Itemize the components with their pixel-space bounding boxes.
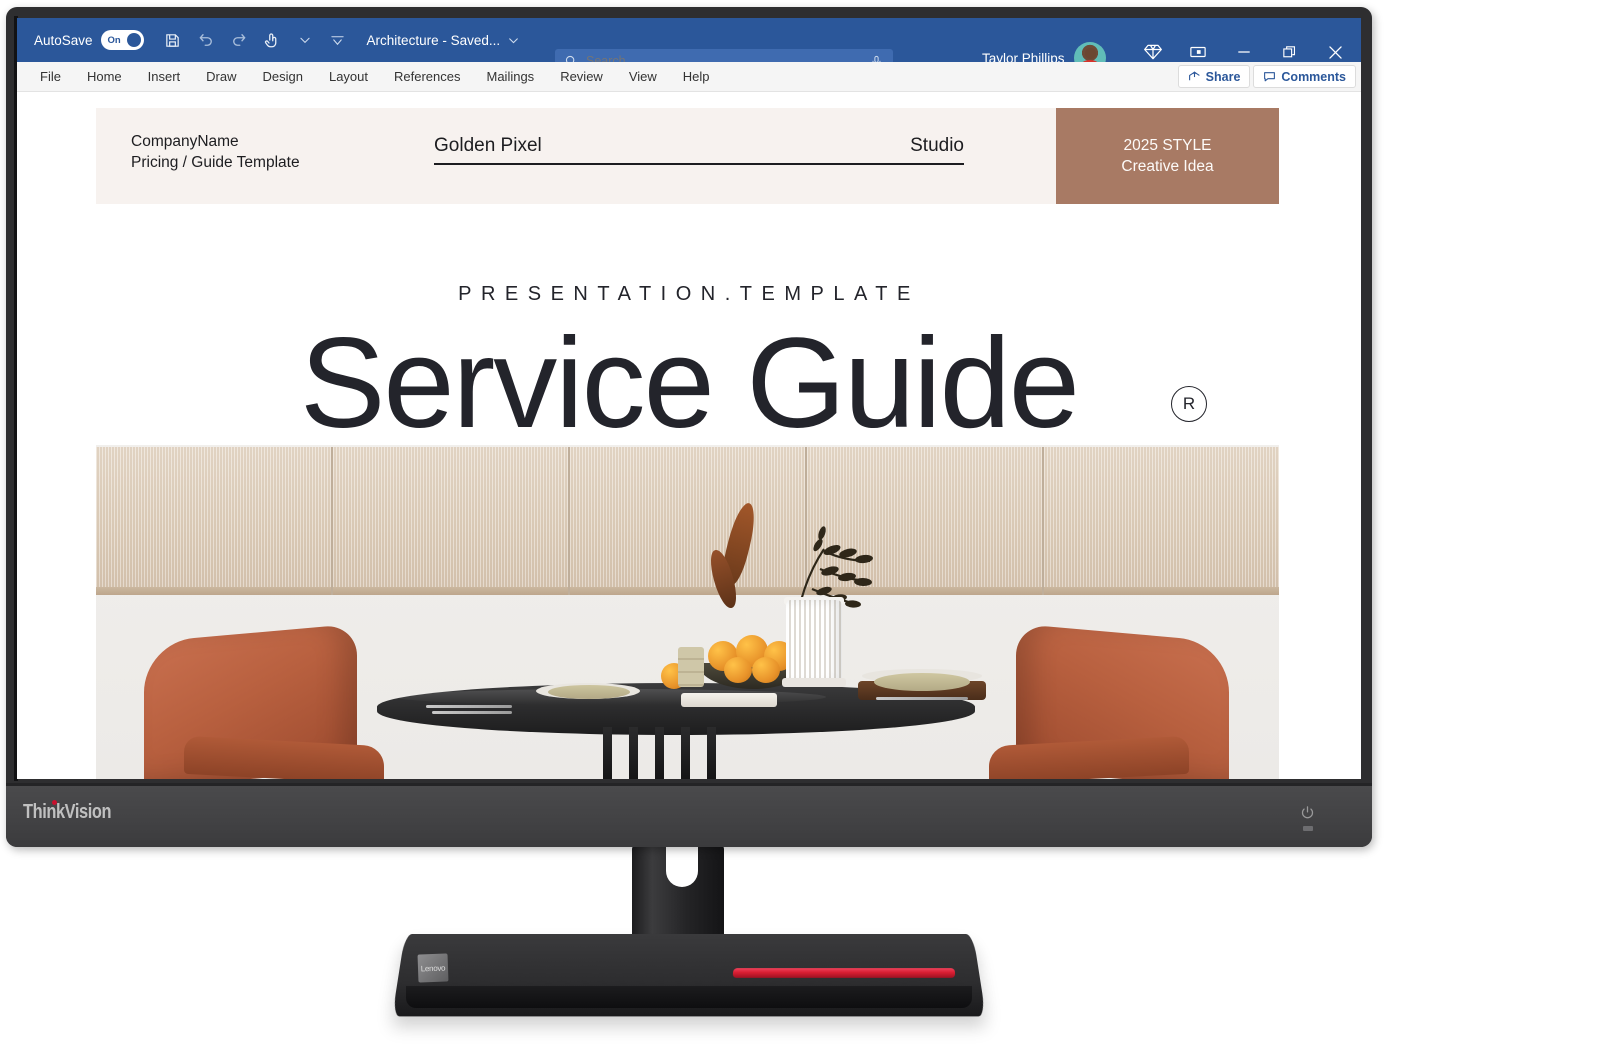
base-accent-stripe	[732, 968, 956, 978]
autosave-toggle[interactable]: On	[100, 30, 144, 50]
document-name-control[interactable]: Architecture - Saved...	[367, 33, 521, 48]
redo-icon[interactable]	[224, 25, 254, 55]
photo-serving-tray	[681, 693, 777, 707]
window-controls	[1143, 42, 1355, 62]
photo-table-leg	[655, 727, 664, 779]
tab-references[interactable]: References	[381, 62, 473, 92]
cabinet-panel	[1044, 447, 1279, 595]
tab-layout[interactable]: Layout	[316, 62, 381, 92]
photo-vase	[786, 600, 842, 684]
tab-view[interactable]: View	[616, 62, 670, 92]
ribbon-tab-strip: File Home Insert Draw Design Layout Refe…	[17, 62, 1361, 92]
style-badge: 2025 STYLE Creative Idea	[1056, 108, 1279, 204]
photo-cutlery	[426, 705, 512, 708]
cabinet-panel	[96, 447, 333, 595]
restore-icon[interactable]	[1281, 44, 1298, 61]
monitor-stand-base-front-edge	[406, 986, 972, 1008]
touch-mode-icon[interactable]	[257, 25, 287, 55]
comments-label: Comments	[1281, 69, 1346, 84]
monitor-assembly: Lenovo ThinkVision AutoSave On Architect…	[0, 0, 1606, 1056]
tab-insert[interactable]: Insert	[135, 62, 194, 92]
avatar-head	[1084, 48, 1096, 59]
company-name: CompanyName	[131, 133, 239, 150]
ribbon-right-actions: Share Comments	[1177, 65, 1356, 88]
slide-photo	[96, 445, 1279, 779]
save-icon[interactable]	[158, 25, 188, 55]
tab-review[interactable]: Review	[547, 62, 616, 92]
style-badge-line1: 2025 STYLE	[1123, 136, 1212, 154]
photo-table-leg	[603, 727, 612, 779]
photo-table-leg	[629, 727, 638, 779]
autosave-state-label: On	[107, 34, 121, 46]
thinkvision-logo: ThinkVision	[23, 801, 112, 823]
photo-vase-base	[782, 678, 846, 687]
slide-header-strip: CompanyName Pricing / Guide Template Gol…	[96, 108, 1279, 204]
photo-table-leg	[707, 727, 716, 779]
share-button[interactable]: Share	[1177, 65, 1251, 88]
photo-orange	[724, 657, 752, 683]
thinkvision-logo-dot	[52, 800, 57, 805]
brand-left: Golden Pixel	[434, 135, 542, 156]
slide-kicker: PRESENTATION.TEMPLATE	[458, 283, 920, 305]
company-subtitle: Pricing / Guide Template	[131, 154, 300, 172]
brand-row: Golden Pixel Studio	[434, 135, 964, 165]
company-block: CompanyName Pricing / Guide Template	[131, 131, 300, 174]
document-name: Architecture - Saved...	[366, 32, 501, 48]
photo-cutlery	[432, 711, 512, 714]
registered-trademark-icon: R	[1171, 386, 1207, 422]
cable-management-hole	[666, 841, 698, 887]
photo-plate-right	[874, 673, 970, 691]
share-icon	[1188, 70, 1201, 83]
photo-orange	[752, 657, 780, 683]
style-badge-line2: Creative Idea	[1121, 157, 1214, 175]
ribbon-display-options-icon[interactable]	[1189, 43, 1207, 61]
tab-help[interactable]: Help	[670, 62, 723, 92]
monitor-chin	[6, 786, 1372, 847]
autosave-label: AutoSave	[34, 32, 93, 48]
cabinet-panel	[333, 447, 570, 595]
autosave-control[interactable]: AutoSave On	[34, 30, 144, 50]
tab-draw[interactable]: Draw	[193, 62, 249, 92]
slide-title: Service Guide	[300, 312, 1080, 455]
quick-access-toolbar	[158, 25, 353, 55]
tab-home[interactable]: Home	[74, 62, 135, 92]
photo-cutlery	[876, 697, 968, 700]
photo-stacked-cups	[678, 647, 704, 687]
photo-cabinets	[96, 447, 1279, 595]
overflow-icon[interactable]	[323, 25, 353, 55]
brand-underline	[434, 163, 964, 165]
photo-plate-left	[548, 685, 630, 699]
autosave-toggle-knob	[126, 33, 141, 47]
word-title-bar: AutoSave On Architecture - Saved... Sear…	[17, 18, 1361, 74]
chevron-down-icon[interactable]	[507, 34, 520, 47]
comments-button[interactable]: Comments	[1253, 65, 1356, 88]
tab-mailings[interactable]: Mailings	[474, 62, 548, 92]
minimize-icon[interactable]	[1235, 43, 1253, 61]
undo-icon[interactable]	[191, 25, 221, 55]
power-icon[interactable]	[1300, 805, 1315, 820]
close-icon[interactable]	[1326, 43, 1345, 62]
lenovo-badge: Lenovo	[417, 953, 449, 983]
chevron-down-icon[interactable]	[290, 25, 320, 55]
document-canvas[interactable]: CompanyName Pricing / Guide Template Gol…	[17, 93, 1361, 779]
diamond-icon[interactable]	[1143, 42, 1163, 62]
photo-table-leg	[681, 727, 690, 779]
power-led-indicator	[1303, 826, 1313, 831]
brand-right: Studio	[910, 135, 964, 156]
comment-bubble-icon	[1263, 70, 1276, 83]
tab-file[interactable]: File	[27, 62, 74, 92]
tab-design[interactable]: Design	[250, 62, 316, 92]
share-label: Share	[1205, 69, 1241, 84]
monitor-screen: AutoSave On Architecture - Saved... Sear…	[17, 18, 1361, 779]
